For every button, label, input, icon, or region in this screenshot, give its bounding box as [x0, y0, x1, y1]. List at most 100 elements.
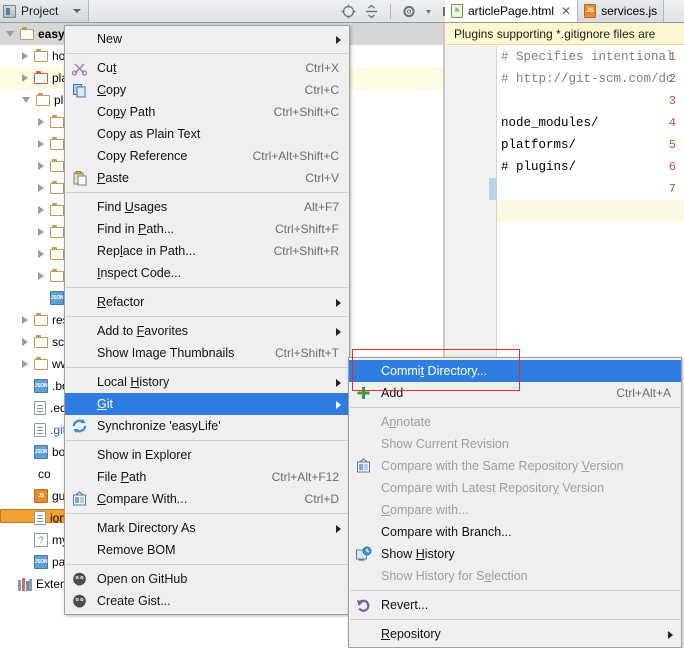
- text-file-icon: [34, 401, 46, 415]
- tree-collapse-arrow-icon[interactable]: [22, 97, 30, 103]
- chevron-down-icon[interactable]: [73, 9, 81, 13]
- menu-item-commit-directory[interactable]: Commit Directory...: [349, 360, 681, 382]
- tree-expand-arrow-icon[interactable]: [22, 338, 28, 346]
- menu-item-remove-bom[interactable]: Remove BOM: [65, 539, 349, 561]
- tree-expand-arrow-icon[interactable]: [38, 118, 44, 126]
- folder-icon: [50, 180, 64, 194]
- code-line: # Specifies intentional: [501, 50, 674, 64]
- tree-expand-arrow-icon[interactable]: [38, 228, 44, 236]
- editor-tab[interactable]: JS services.js: [578, 0, 665, 22]
- menu-item-label: Show in Explorer: [97, 448, 192, 462]
- menu-item-open-on-github[interactable]: Open on GitHub: [65, 568, 349, 590]
- menu-item-add-to-favorites[interactable]: Add to Favorites: [65, 320, 349, 342]
- menu-item-shortcut: Ctrl+Shift+T: [274, 346, 339, 360]
- menu-item-shortcut: Ctrl+Shift+C: [273, 105, 339, 119]
- menu-item-replace-in-path[interactable]: Replace in Path... Ctrl+Shift+R: [65, 240, 349, 262]
- plus-icon: [355, 385, 372, 401]
- chevron-right-icon: [336, 299, 341, 307]
- folder-icon: [50, 224, 64, 238]
- menu-item-label: Mark Directory As: [97, 521, 196, 535]
- gear-dropdown-icon[interactable]: [425, 4, 432, 19]
- tree-expand-arrow-icon[interactable]: [22, 74, 28, 82]
- menu-item-create-gist[interactable]: Create Gist...: [65, 590, 349, 612]
- menu-item-git[interactable]: Git: [65, 393, 349, 415]
- menu-item-shortcut: Ctrl+C: [304, 83, 339, 97]
- tree-expand-arrow-icon[interactable]: [38, 250, 44, 258]
- menu-item-mark-directory-as[interactable]: Mark Directory As: [65, 517, 349, 539]
- project-panel-selector[interactable]: Project: [0, 0, 89, 22]
- context-menu[interactable]: New Cut Ctrl+X Copy Ctrl+C Copy Path Ctrl+Shif…: [64, 25, 350, 615]
- tree-expand-arrow-icon[interactable]: [22, 316, 28, 324]
- menu-separator: [66, 192, 348, 193]
- tree-expand-arrow-icon[interactable]: [22, 360, 28, 368]
- menu-item-label: Compare With...: [97, 492, 188, 506]
- menu-item-label: Compare with...: [381, 503, 469, 517]
- menu-item-show-current-revision[interactable]: Show Current Revision: [349, 433, 681, 455]
- menu-item-refactor[interactable]: Refactor: [65, 291, 349, 313]
- menu-item-synchronize-easylife[interactable]: Synchronize 'easyLife': [65, 415, 349, 437]
- menu-item-shortcut: Ctrl+D: [304, 492, 339, 506]
- menu-item-copy-reference[interactable]: Copy Reference Ctrl+Alt+Shift+C: [65, 145, 349, 167]
- history-icon: [355, 546, 372, 562]
- collapse-all-icon[interactable]: [364, 4, 379, 19]
- target-icon[interactable]: [341, 4, 356, 19]
- menu-item-repository[interactable]: Repository: [349, 623, 681, 645]
- js-file-icon: JS: [584, 4, 597, 18]
- chevron-right-icon: [336, 328, 341, 336]
- folder-icon: [50, 114, 64, 128]
- tree-expand-arrow-icon[interactable]: [38, 162, 44, 170]
- menu-item-label: Add to Favorites: [97, 324, 189, 338]
- tree-expand-arrow-icon[interactable]: [38, 140, 44, 148]
- json-file-icon: JSON: [34, 445, 48, 459]
- menu-item-copy-as-plain-text[interactable]: Copy as Plain Text: [65, 123, 349, 145]
- menu-item-label: Copy as Plain Text: [97, 127, 201, 141]
- menu-item-show-image-thumbnails[interactable]: Show Image Thumbnails Ctrl+Shift+T: [65, 342, 349, 364]
- menu-item-show-history-for-selection[interactable]: Show History for Selection: [349, 565, 681, 587]
- editor-tab[interactable]: h articlePage.html ✕: [445, 0, 579, 22]
- fold-marker[interactable]: [489, 178, 497, 200]
- menu-item-add[interactable]: Add Ctrl+Alt+A: [349, 382, 681, 404]
- folder-icon: [34, 48, 48, 62]
- menu-item-shortcut: Ctrl+V: [305, 171, 339, 185]
- menu-item-find-usages[interactable]: Find Usages Alt+F7: [65, 196, 349, 218]
- menu-item-label: Repository: [381, 627, 441, 641]
- toolbar-actions: [341, 2, 455, 21]
- settings-gear-icon[interactable]: [402, 4, 417, 19]
- menu-item-label: Cut: [97, 61, 117, 75]
- menu-item-copy-path[interactable]: Copy Path Ctrl+Shift+C: [65, 101, 349, 123]
- menu-item-compare-with-branch[interactable]: Compare with Branch...: [349, 521, 681, 543]
- menu-item-show-in-explorer[interactable]: Show in Explorer: [65, 444, 349, 466]
- close-icon[interactable]: ✕: [561, 4, 571, 18]
- chevron-right-icon: [336, 379, 341, 387]
- tree-expand-arrow-icon[interactable]: [22, 52, 28, 60]
- tree-expand-arrow-icon[interactable]: [38, 184, 44, 192]
- js-file-icon: JS: [34, 489, 48, 503]
- menu-item-new[interactable]: New: [65, 28, 349, 50]
- menu-item-annotate[interactable]: Annotate: [349, 411, 681, 433]
- menu-item-label: Git: [97, 397, 113, 411]
- folder-icon: [34, 356, 48, 370]
- menu-item-compare-with-the-same-repository-version[interactable]: Compare with the Same Repository Version: [349, 455, 681, 477]
- menu-item-file-path[interactable]: File Path Ctrl+Alt+F12: [65, 466, 349, 488]
- menu-item-cut[interactable]: Cut Ctrl+X: [65, 57, 349, 79]
- menu-item-find-in-path[interactable]: Find in Path... Ctrl+Shift+F: [65, 218, 349, 240]
- menu-item-compare-with-latest-repository-version[interactable]: Compare with Latest Repository Version: [349, 477, 681, 499]
- chevron-right-icon: [668, 631, 673, 639]
- menu-item-label: Commit Directory...: [381, 364, 488, 378]
- menu-separator: [66, 316, 348, 317]
- menu-item-revert[interactable]: Revert...: [349, 594, 681, 616]
- project-panel-icon: [3, 4, 16, 18]
- menu-item-inspect-code[interactable]: Inspect Code...: [65, 262, 349, 284]
- git-submenu[interactable]: Commit Directory... Add Ctrl+Alt+A Annotate…: [348, 357, 682, 648]
- tree-expand-arrow-icon[interactable]: [38, 272, 44, 280]
- menu-item-paste[interactable]: Paste Ctrl+V: [65, 167, 349, 189]
- menu-item-compare-with[interactable]: Compare With... Ctrl+D: [65, 488, 349, 510]
- tree-expand-arrow-icon[interactable]: [38, 206, 44, 214]
- menu-item-copy[interactable]: Copy Ctrl+C: [65, 79, 349, 101]
- json-file-icon: JSON: [34, 555, 48, 569]
- tree-collapse-arrow-icon[interactable]: [6, 31, 14, 37]
- menu-item-compare-with[interactable]: Compare with...: [349, 499, 681, 521]
- menu-item-local-history[interactable]: Local History: [65, 371, 349, 393]
- folder-icon: [20, 26, 34, 40]
- menu-item-show-history[interactable]: Show History: [349, 543, 681, 565]
